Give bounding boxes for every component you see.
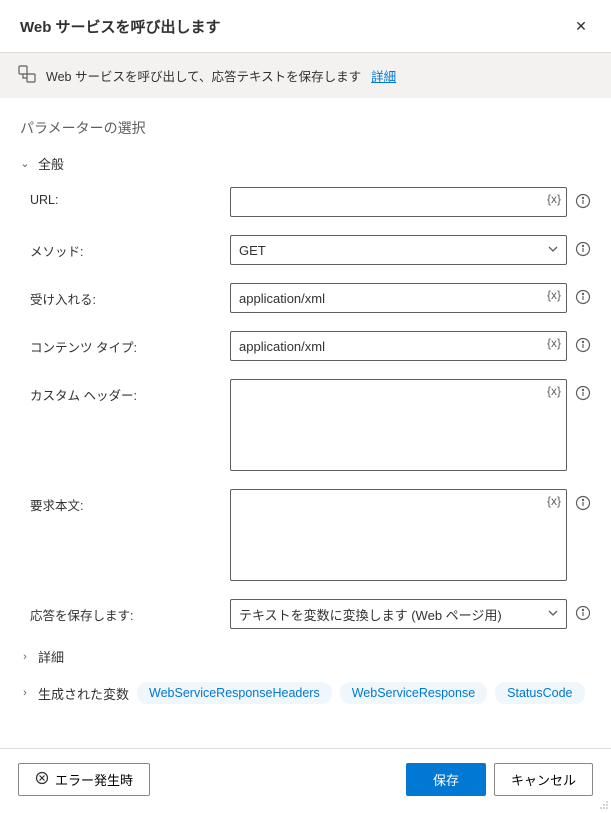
save-response-label: 応答を保存します: — [20, 599, 230, 624]
variable-chip[interactable]: WebServiceResponse — [340, 682, 487, 704]
variable-picker-icon[interactable]: {x} — [547, 384, 561, 398]
info-icon[interactable] — [575, 193, 593, 211]
parameters-heading: パラメーターの選択 — [20, 118, 593, 138]
variable-chip[interactable]: StatusCode — [495, 682, 584, 704]
accept-input[interactable] — [230, 283, 567, 313]
details-section-toggle[interactable]: › 詳細 — [20, 647, 593, 666]
save-response-value: テキストを変数に変換します (Web ページ用) — [239, 605, 502, 624]
info-icon[interactable] — [575, 385, 593, 403]
chevron-down-icon: ⌄ — [20, 157, 30, 170]
chevron-right-icon: › — [20, 651, 30, 663]
general-label: 全般 — [38, 154, 64, 173]
info-description: Web サービスを呼び出して、応答テキストを保存します — [46, 66, 361, 85]
info-icon[interactable] — [575, 241, 593, 259]
resize-grip-icon[interactable] — [599, 798, 609, 808]
method-select[interactable]: GET — [230, 235, 567, 265]
general-section-toggle[interactable]: ⌄ 全般 — [20, 154, 593, 173]
method-value: GET — [239, 243, 266, 258]
content-type-input[interactable] — [230, 331, 567, 361]
save-button[interactable]: 保存 — [406, 763, 486, 796]
method-label: メソッド: — [20, 235, 230, 260]
web-service-icon — [18, 65, 36, 86]
request-body-input[interactable] — [230, 489, 567, 581]
on-error-button[interactable]: エラー発生時 — [18, 763, 150, 796]
custom-headers-label: カスタム ヘッダー: — [20, 379, 230, 404]
on-error-label: エラー発生時 — [55, 770, 133, 789]
close-icon: ✕ — [575, 18, 587, 34]
info-icon[interactable] — [575, 337, 593, 355]
variable-picker-icon[interactable]: {x} — [547, 336, 561, 350]
info-icon[interactable] — [575, 289, 593, 307]
custom-headers-input[interactable] — [230, 379, 567, 471]
info-icon[interactable] — [575, 605, 593, 623]
variable-picker-icon[interactable]: {x} — [547, 192, 561, 206]
variable-chip[interactable]: WebServiceResponseHeaders — [137, 682, 332, 704]
variable-picker-icon[interactable]: {x} — [547, 288, 561, 302]
variable-picker-icon[interactable]: {x} — [547, 494, 561, 508]
request-body-label: 要求本文: — [20, 489, 230, 514]
details-label: 詳細 — [38, 647, 64, 666]
generated-vars-label: 生成された変数 — [38, 684, 129, 703]
details-link[interactable]: 詳細 — [371, 66, 396, 85]
dialog-title: Web サービスを呼び出します — [20, 16, 221, 37]
url-label: URL: — [20, 187, 230, 207]
info-bar: Web サービスを呼び出して、応答テキストを保存します 詳細 — [0, 53, 611, 98]
generated-vars-toggle[interactable]: › 生成された変数 WebServiceResponseHeaders WebS… — [20, 682, 593, 704]
error-icon — [35, 771, 49, 788]
url-input[interactable] — [230, 187, 567, 217]
close-button[interactable]: ✕ — [569, 14, 593, 38]
accept-label: 受け入れる: — [20, 283, 230, 308]
cancel-button[interactable]: キャンセル — [494, 763, 593, 796]
content-type-label: コンテンツ タイプ: — [20, 331, 230, 356]
save-response-select[interactable]: テキストを変数に変換します (Web ページ用) — [230, 599, 567, 629]
chevron-right-icon: › — [20, 687, 30, 699]
info-icon[interactable] — [575, 495, 593, 513]
